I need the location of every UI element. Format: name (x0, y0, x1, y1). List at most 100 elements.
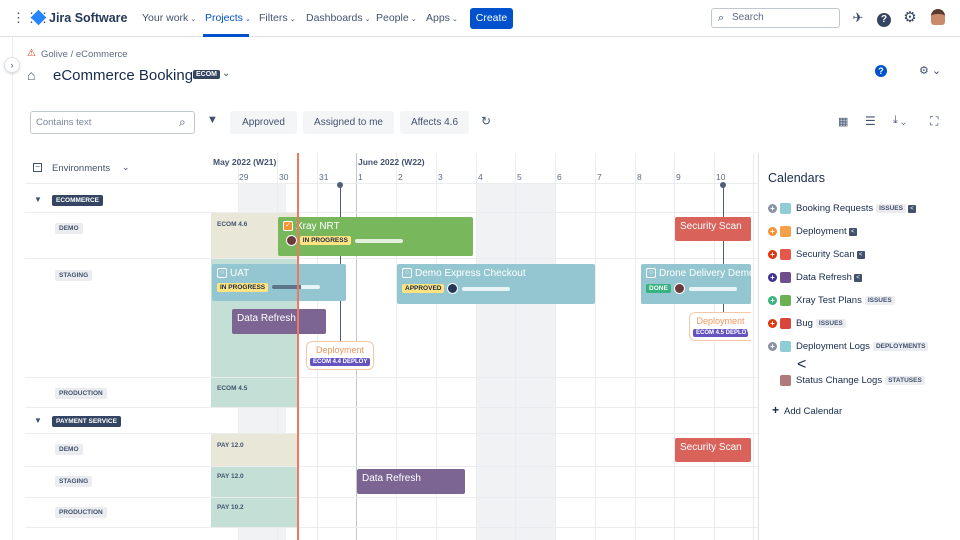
home-icon[interactable]: ⌂ (27, 67, 35, 83)
app-name[interactable]: Jira Software (49, 11, 128, 25)
assigned-to-me-filter-button[interactable]: Assigned to me (303, 111, 394, 134)
calendar-item-status-change-logs[interactable]: Status Change Logs STATUSES (768, 375, 925, 386)
calendar-color-swatch[interactable] (780, 295, 791, 306)
approved-filter-button[interactable]: Approved (230, 111, 297, 134)
settings-menu-icon[interactable]: ⚙ ⌄ (919, 64, 941, 77)
nav-your-work[interactable]: Your work ⌄ (142, 12, 196, 24)
env-group-payment-service[interactable]: PAYMENT SERVICE (52, 416, 121, 427)
search-input[interactable]: ⌕ Search (711, 8, 840, 28)
release-label: PAY 12.0 (217, 473, 244, 480)
calendar-color-swatch[interactable] (780, 272, 791, 283)
calendar-item-security-scan[interactable]: + Security Scan < (768, 249, 865, 260)
security-scan-bar[interactable]: Security Scan (675, 217, 751, 241)
share-icon[interactable]: < (848, 227, 857, 236)
issue-icon: ○ (217, 268, 227, 279)
help-icon[interactable]: ? (875, 65, 887, 77)
collapse-triangle-icon[interactable]: ▼ (34, 416, 42, 425)
status-badge: IN PROGRESS (217, 282, 269, 292)
nav-people[interactable]: People ⌄ (376, 12, 417, 24)
project-chevron-down-icon[interactable]: ⌄ (222, 68, 230, 79)
row-divider (25, 258, 758, 259)
plus-icon[interactable]: + (768, 273, 777, 282)
nav-apps-label: Apps (426, 12, 450, 24)
export-download-icon[interactable]: ⤓ ⌄ (893, 114, 906, 127)
env-demo-label[interactable]: DEMO (55, 223, 83, 234)
nav-projects[interactable]: Projects ⌄ (205, 12, 251, 24)
calendar-color-swatch[interactable] (780, 375, 791, 386)
expand-sidebar-chevron-icon[interactable]: › (4, 57, 20, 73)
env-group-ecommerce[interactable]: ECOMMERCE (52, 195, 103, 206)
calendar-item-deployment-logs[interactable]: + Deployment Logs DEPLOYMENTS (768, 341, 929, 352)
data-refresh-bar[interactable]: Data Refresh (232, 309, 326, 334)
share-icon[interactable]: < (797, 356, 806, 374)
notifications-icon[interactable]: ✈ (849, 9, 867, 27)
xray-nrt-bar[interactable]: ✓ Xray NRT IN PROGRESS (278, 217, 473, 256)
drone-delivery-demo-bar[interactable]: ○ Drone Delivery Demo DONE (641, 264, 751, 304)
refresh-icon[interactable]: ↻ (481, 114, 491, 128)
environments-column-label[interactable]: Environments (52, 163, 110, 174)
calendar-view-icon[interactable]: ▦ (838, 115, 848, 128)
calendar-color-swatch[interactable] (780, 341, 791, 352)
uat-bar[interactable]: ○ UAT IN PROGRESS (212, 264, 346, 301)
release-block-pay-10-2[interactable]: PAY 10.2 (211, 498, 297, 527)
calendar-color-swatch[interactable] (780, 249, 791, 260)
share-icon[interactable]: < (907, 204, 916, 213)
affects-version-filter-button[interactable]: Affects 4.6 (400, 111, 469, 134)
filter-funnel-icon[interactable]: ▼ (207, 114, 218, 126)
calendar-item-bug[interactable]: + Bug ISSUES (768, 318, 846, 329)
env-production-label[interactable]: PRODUCTION (55, 388, 107, 399)
day-label: 30 (279, 172, 289, 182)
chevron-down-icon: ⌄ (244, 16, 251, 23)
release-block-pay-12-0-demo[interactable]: PAY 12.0 (211, 434, 297, 466)
day-label: 10 (716, 172, 726, 182)
demo-express-checkout-bar[interactable]: ○ Demo Express Checkout APPROVED (397, 264, 595, 304)
calendar-item-booking-requests[interactable]: + Booking Requests ISSUES < (768, 203, 916, 214)
plus-icon[interactable]: + (768, 342, 777, 351)
settings-gear-icon[interactable]: ⚙ (901, 9, 919, 27)
breadcrumb[interactable]: Golive / eCommerce (41, 49, 128, 60)
share-icon[interactable]: < (853, 273, 862, 282)
fullscreen-icon[interactable]: ⛶ (930, 114, 938, 129)
user-avatar[interactable] (929, 9, 947, 27)
release-block-pay-12-0-staging[interactable]: PAY 12.0 (211, 467, 297, 497)
plus-icon[interactable]: + (768, 250, 777, 259)
help-icon[interactable]: ? (875, 9, 893, 27)
env-staging-label[interactable]: STAGING (55, 476, 93, 487)
create-button[interactable]: Create (470, 8, 513, 29)
view-settings-sliders-icon[interactable]: ☰ (865, 114, 876, 128)
plus-icon[interactable]: + (768, 227, 777, 236)
calendar-item-deployment[interactable]: + Deployment < (768, 226, 857, 237)
calendar-item-data-refresh[interactable]: + Data Refresh < (768, 272, 862, 283)
deployment-card-ecom-4-4[interactable]: Deployment ECOM 4.4 DEPLOY (306, 341, 374, 370)
collapse-all-icon[interactable]: − (33, 163, 42, 172)
plus-icon[interactable]: + (768, 319, 777, 328)
env-demo-label[interactable]: DEMO (55, 444, 83, 455)
filter-text-input[interactable]: Contains text ⌕ (30, 111, 195, 134)
deployment-card-ecom-4-5[interactable]: Deployment ECOM 4.5 DEPLOY (689, 312, 751, 341)
security-scan-bar[interactable]: Security Scan (675, 438, 751, 462)
env-production-label[interactable]: PRODUCTION (55, 507, 107, 518)
release-block-ecom-4-5[interactable]: ECOM 4.5 (211, 378, 297, 407)
plus-icon[interactable]: + (768, 296, 777, 305)
environments-chevron-down-icon[interactable]: ⌄ (122, 162, 130, 173)
calendar-color-swatch[interactable] (780, 226, 791, 237)
calendar-type-badge: STATUSES (885, 376, 925, 385)
env-staging-label[interactable]: STAGING (55, 270, 93, 281)
share-icon[interactable]: < (856, 250, 865, 259)
nav-filters[interactable]: Filters ⌄ (259, 12, 295, 24)
nav-filters-label: Filters (259, 12, 288, 24)
calendar-color-swatch[interactable] (780, 318, 791, 329)
calendar-color-swatch[interactable] (780, 203, 791, 214)
calendar-item-xray-test-plans[interactable]: + Xray Test Plans ISSUES (768, 295, 895, 306)
nav-dashboards[interactable]: Dashboards ⌄ (306, 12, 371, 24)
nav-dashboards-label: Dashboards (306, 12, 363, 24)
row-divider (25, 377, 758, 378)
nav-apps[interactable]: Apps ⌄ (426, 12, 458, 24)
plus-icon[interactable]: + (768, 204, 777, 213)
calendar-label: Bug (796, 318, 813, 330)
data-refresh-bar[interactable]: Data Refresh (357, 469, 465, 494)
add-calendar-button[interactable]: + Add Calendar (772, 403, 842, 417)
day-label: 31 (319, 172, 329, 182)
collapse-triangle-icon[interactable]: ▼ (34, 195, 42, 204)
bar-title: Drone Delivery Demo (659, 268, 751, 279)
